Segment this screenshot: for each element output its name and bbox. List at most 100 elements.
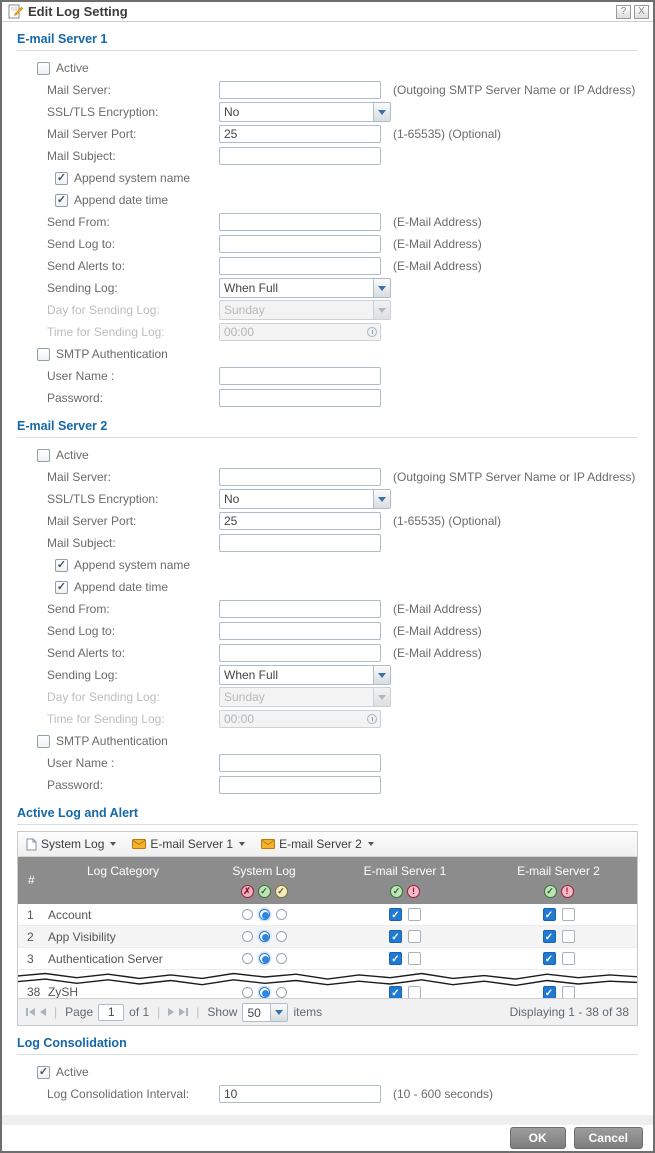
mail-server-label: Mail Server: (47, 470, 219, 484)
email1-log-checkbox[interactable] (389, 908, 402, 921)
user-name-input[interactable] (219, 754, 381, 772)
ssl-tls-select[interactable]: No (219, 489, 391, 509)
footer-divider-band (2, 1115, 653, 1125)
sending-log-value: When Full (220, 279, 373, 297)
cancel-button[interactable]: Cancel (574, 1127, 643, 1149)
password-input[interactable] (219, 389, 381, 407)
system-log-disable-radio[interactable] (242, 909, 253, 920)
system-log-disable-radio[interactable] (242, 931, 253, 942)
first-page-button[interactable] (26, 1008, 35, 1016)
email2-log-all-icon[interactable]: ✓ (544, 885, 557, 898)
ok-button[interactable]: OK (510, 1127, 566, 1149)
system-log-normal-radio[interactable] (259, 953, 270, 964)
email2-alert-all-icon[interactable]: ! (561, 885, 574, 898)
email-server-1-menu-button[interactable]: E-mail Server 1 (132, 837, 245, 851)
mail-icon (261, 839, 275, 849)
email2-alert-checkbox[interactable] (562, 930, 575, 943)
email1-alert-checkbox[interactable] (408, 930, 421, 943)
send-log-to-input[interactable] (219, 622, 381, 640)
email2-log-checkbox[interactable] (543, 908, 556, 921)
send-alerts-to-input[interactable] (219, 644, 381, 662)
mail-server-port-input[interactable] (219, 512, 381, 530)
mail-subject-label: Mail Subject: (47, 536, 219, 550)
chevron-down-icon (373, 301, 390, 319)
send-alerts-to-label: Send Alerts to: (47, 646, 219, 660)
log-consolidation-section: Log Consolidation Active Log Consolidati… (17, 1036, 638, 1105)
send-alerts-to-label: Send Alerts to: (47, 259, 219, 273)
enable-debug-all-icon[interactable]: ✓ (275, 885, 288, 898)
append-date-time-checkbox[interactable] (55, 581, 68, 594)
dialog-titlebar: Edit Log Setting ? X (2, 2, 653, 22)
sending-log-select[interactable]: When Full (219, 278, 391, 298)
disable-all-icon[interactable]: ✗ (241, 885, 254, 898)
active-checkbox[interactable] (37, 62, 50, 75)
email1-alert-checkbox[interactable] (408, 908, 421, 921)
user-name-input[interactable] (219, 367, 381, 385)
system-log-disable-radio[interactable] (242, 953, 253, 964)
system-log-menu-label: System Log (41, 837, 104, 851)
email2-log-checkbox[interactable] (543, 930, 556, 943)
table-toolbar: System Log E-mail Server 1 (18, 832, 637, 857)
sending-log-value: When Full (220, 666, 373, 684)
system-log-menu-button[interactable]: System Log (26, 837, 116, 851)
send-from-input[interactable] (219, 213, 381, 231)
smtp-authentication-checkbox[interactable] (37, 348, 50, 361)
show-items-select[interactable]: 50 (242, 1003, 288, 1022)
row-number: 2 (18, 930, 48, 944)
email2-alert-checkbox[interactable] (562, 908, 575, 921)
mail-server-port-label: Mail Server Port: (47, 127, 219, 141)
send-from-input[interactable] (219, 600, 381, 618)
time-for-sending-log-label: Time for Sending Log: (47, 712, 219, 726)
mail-subject-input[interactable] (219, 534, 381, 552)
mail-server-hint: (Outgoing SMTP Server Name or IP Address… (393, 470, 635, 484)
ssl-tls-select[interactable]: No (219, 102, 391, 122)
smtp-authentication-checkbox[interactable] (37, 735, 50, 748)
help-button[interactable]: ? (616, 5, 631, 19)
append-system-name-checkbox[interactable] (55, 559, 68, 572)
email1-alert-checkbox[interactable] (408, 952, 421, 965)
system-log-debug-radio[interactable] (276, 909, 287, 920)
email1-log-checkbox[interactable] (389, 952, 402, 965)
append-system-name-label: Append system name (74, 171, 190, 185)
active-checkbox[interactable] (37, 449, 50, 462)
day-for-sending-log-value: Sunday (220, 688, 373, 706)
table-header: # Log Category System Log E-mail Server … (18, 857, 637, 904)
email1-log-all-icon[interactable]: ✓ (390, 885, 403, 898)
send-alerts-to-input[interactable] (219, 257, 381, 275)
time-for-sending-log-input (219, 710, 381, 728)
last-page-button[interactable] (179, 1008, 188, 1016)
page-number-input[interactable] (98, 1004, 124, 1021)
email-server-2-menu-button[interactable]: E-mail Server 2 (261, 837, 374, 851)
prev-page-button[interactable] (40, 1008, 46, 1016)
email2-alert-checkbox[interactable] (562, 952, 575, 965)
mail-subject-input[interactable] (219, 147, 381, 165)
chevron-down-icon (368, 842, 374, 846)
sending-log-label: Sending Log: (47, 668, 219, 682)
email2-log-checkbox[interactable] (543, 952, 556, 965)
send-from-hint: (E-Mail Address) (393, 602, 482, 616)
mail-server-input[interactable] (219, 81, 381, 99)
system-log-debug-radio[interactable] (276, 931, 287, 942)
log-consolidation-active-checkbox[interactable] (37, 1066, 50, 1079)
send-log-to-input[interactable] (219, 235, 381, 253)
column-system-log-header: System Log (198, 864, 330, 878)
system-log-normal-radio[interactable] (259, 931, 270, 942)
password-input[interactable] (219, 776, 381, 794)
send-log-to-hint: (E-Mail Address) (393, 624, 482, 638)
sending-log-select[interactable]: When Full (219, 665, 391, 685)
append-date-time-checkbox[interactable] (55, 194, 68, 207)
system-log-debug-radio[interactable] (276, 953, 287, 964)
mail-server-port-input[interactable] (219, 125, 381, 143)
close-button[interactable]: X (634, 5, 649, 19)
log-consolidation-interval-input[interactable] (219, 1085, 381, 1103)
mail-server-input[interactable] (219, 468, 381, 486)
next-page-button[interactable] (168, 1008, 174, 1016)
time-for-sending-log-label: Time for Sending Log: (47, 325, 219, 339)
system-log-normal-radio[interactable] (259, 909, 270, 920)
enable-log-all-icon[interactable]: ✓ (258, 885, 271, 898)
append-system-name-checkbox[interactable] (55, 172, 68, 185)
chevron-down-icon (373, 666, 390, 684)
email1-alert-all-icon[interactable]: ! (407, 885, 420, 898)
ssl-tls-label: SSL/TLS Encryption: (47, 492, 219, 506)
email1-log-checkbox[interactable] (389, 930, 402, 943)
